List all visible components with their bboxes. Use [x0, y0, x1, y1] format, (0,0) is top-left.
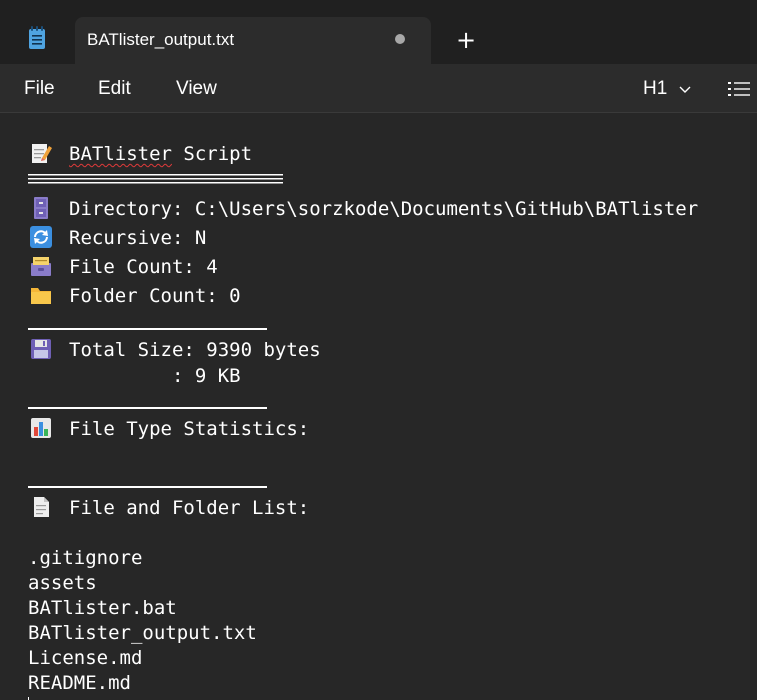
unsaved-indicator-icon[interactable]	[395, 34, 405, 44]
file-list-item: .gitignore	[28, 547, 143, 569]
file-list-item: README.md	[28, 672, 131, 694]
new-tab-button[interactable]: +	[450, 24, 482, 56]
heading-dropdown[interactable]: H1	[643, 77, 691, 101]
separator	[28, 328, 267, 330]
title-underline	[28, 174, 283, 184]
document-title: BATlister Script	[69, 141, 252, 167]
file-list-item: BATlister.bat	[28, 597, 177, 619]
total-size-kb-line: : 9 KB	[69, 365, 241, 387]
type-stats-line: File Type Statistics:	[69, 418, 310, 440]
total-size-line: Total Size: 9390 bytes	[69, 339, 321, 361]
file-list-item: BATlister_output.txt	[28, 622, 257, 644]
menu-edit[interactable]: Edit	[98, 78, 131, 100]
card-file-box-icon	[31, 257, 51, 276]
folder-count-line: Folder Count: 0	[69, 285, 241, 307]
tab-batlister-output[interactable]: BATlister_output.txt	[75, 17, 431, 64]
menu-file[interactable]: File	[24, 78, 55, 100]
file-cabinet-icon	[34, 197, 48, 219]
spellcheck-word: BATlister	[69, 143, 172, 165]
title-suffix: Script	[171, 143, 253, 165]
list-icon[interactable]	[728, 80, 750, 98]
repeat-icon	[30, 226, 52, 248]
menu-view[interactable]: View	[176, 78, 217, 100]
heading-label: H1	[643, 78, 668, 99]
menu-bar: File Edit View H1	[0, 64, 757, 113]
separator	[28, 486, 267, 488]
notepad-icon	[29, 26, 45, 49]
file-list-item: License.md	[28, 647, 143, 669]
floppy-disk-icon	[31, 339, 51, 359]
notepad-window: BATlister_output.txt + File Edit View H1	[0, 0, 757, 700]
tab-title: BATlister_output.txt	[87, 30, 235, 49]
file-list-item: assets	[28, 572, 97, 594]
title-bar: BATlister_output.txt +	[0, 0, 757, 64]
text-editor[interactable]: BATlister Script Directory: C:\Users\sor…	[0, 113, 757, 700]
separator	[28, 407, 267, 409]
file-count-line: File Count: 4	[69, 256, 218, 278]
page-icon	[34, 497, 49, 517]
folder-icon	[31, 288, 51, 304]
recursive-line: Recursive: N	[69, 227, 207, 249]
directory-line: Directory: C:\Users\sorzkode\Documents\G…	[69, 198, 699, 220]
memo-icon	[32, 144, 52, 163]
bar-chart-icon	[31, 418, 51, 438]
chevron-down-icon	[679, 86, 691, 93]
list-header-line: File and Folder List:	[69, 497, 310, 519]
